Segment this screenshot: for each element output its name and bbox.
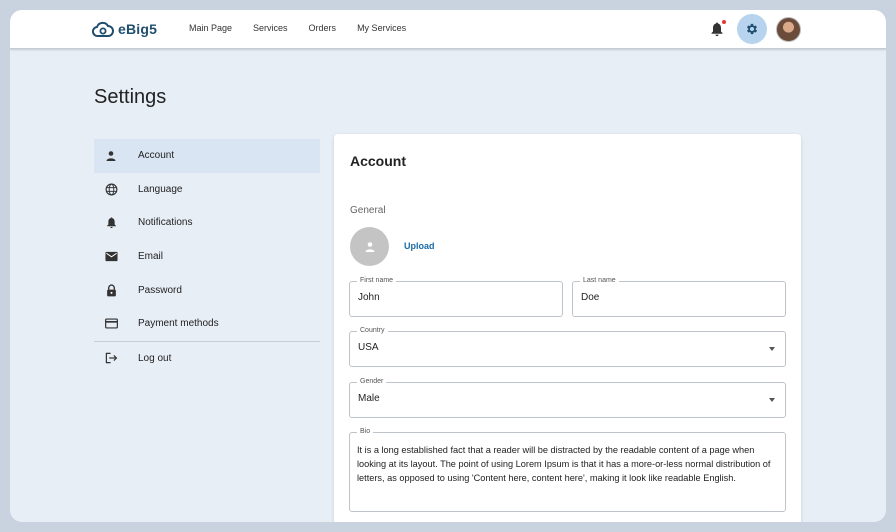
sidebar-item-label: Language xyxy=(138,183,183,195)
nav-services[interactable]: Services xyxy=(253,23,288,33)
sidebar-item-label: Payment methods xyxy=(138,318,219,330)
brand-name: eBig5 xyxy=(118,21,158,37)
last-name-label: Last name xyxy=(580,276,619,286)
sidebar-item-language[interactable]: Language xyxy=(94,173,320,207)
first-name-label: First name xyxy=(357,276,397,286)
user-avatar[interactable] xyxy=(776,17,801,42)
sidebar-item-password[interactable]: Password xyxy=(94,273,320,307)
mail-icon xyxy=(104,250,118,264)
account-title: Account xyxy=(350,153,406,169)
nav-my-services[interactable]: My Services xyxy=(357,23,406,33)
bio-textarea[interactable]: Bio It is a long established fact that a… xyxy=(349,427,786,512)
person-icon xyxy=(365,241,374,252)
main-nav: Main Page Services Orders My Services xyxy=(189,23,427,33)
sidebar-item-payment-methods[interactable]: Payment methods xyxy=(94,307,320,341)
upload-button[interactable]: Upload xyxy=(404,241,435,251)
sidebar-item-label: Account xyxy=(138,150,175,162)
profile-photo-placeholder[interactable] xyxy=(350,227,389,266)
sidebar-item-log-out[interactable]: Log out xyxy=(94,342,320,376)
credit-card-icon xyxy=(104,317,118,331)
bio-text: It is a long established fact that a rea… xyxy=(357,445,771,483)
first-name-value: John xyxy=(358,292,380,303)
bell-icon xyxy=(104,216,118,230)
country-label: Country xyxy=(357,326,388,336)
last-name-value: Doe xyxy=(581,292,600,303)
gender-select[interactable]: Gender Male xyxy=(349,377,786,418)
sidebar-item-notifications[interactable]: Notifications xyxy=(94,206,320,240)
brand-logo[interactable]: eBig5 xyxy=(92,19,157,39)
settings-button[interactable] xyxy=(737,14,767,44)
sidebar-item-label: Password xyxy=(138,284,182,296)
top-navigation-bar: eBig5 Main Page Services Orders My Servi… xyxy=(10,10,886,49)
cloud-logo-icon xyxy=(92,21,114,37)
globe-icon xyxy=(104,182,118,196)
sidebar-item-label: Notifications xyxy=(138,217,193,229)
sidebar-item-email[interactable]: Email xyxy=(94,240,320,274)
lock-icon xyxy=(104,283,118,297)
country-value: USA xyxy=(358,342,379,353)
country-select[interactable]: Country USA xyxy=(349,326,786,367)
notification-dot xyxy=(722,20,726,24)
nav-orders[interactable]: Orders xyxy=(309,23,337,33)
last-name-field[interactable]: Last name Doe xyxy=(572,276,786,317)
general-section-label: General xyxy=(350,205,386,216)
gear-icon xyxy=(746,23,758,35)
gender-value: Male xyxy=(358,393,380,404)
person-icon xyxy=(104,149,118,163)
sidebar-item-account[interactable]: Account xyxy=(94,139,320,173)
chevron-down-icon[interactable] xyxy=(769,398,775,402)
gender-label: Gender xyxy=(357,377,387,387)
logout-icon xyxy=(104,351,118,365)
page-title: Settings xyxy=(94,86,167,108)
nav-main-page[interactable]: Main Page xyxy=(189,23,232,33)
settings-sidebar: Account Language Notifications Email Pas… xyxy=(94,139,320,375)
app-window: eBig5 Main Page Services Orders My Servi… xyxy=(10,10,886,522)
bio-label: Bio xyxy=(357,427,374,437)
sidebar-item-label: Email xyxy=(138,251,164,263)
sidebar-item-label: Log out xyxy=(138,352,172,364)
first-name-field[interactable]: First name John xyxy=(349,276,563,317)
account-panel: Account General Upload First name John L… xyxy=(334,134,801,522)
chevron-down-icon[interactable] xyxy=(769,347,775,351)
